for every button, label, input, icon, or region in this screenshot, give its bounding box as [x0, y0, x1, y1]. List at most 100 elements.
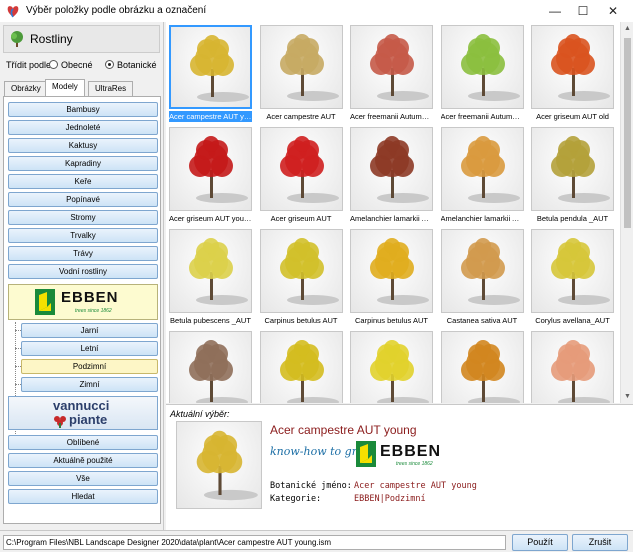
plant-thumbnail-image [169, 25, 252, 109]
ebben-brand-sub: trees since 1862 [75, 308, 112, 314]
season-button-autumn[interactable]: Podzimní [21, 359, 158, 374]
plant-thumbnail[interactable] [440, 331, 524, 403]
plant-thumbnail[interactable]: Acer griseum AUT [259, 127, 343, 223]
tab-ultrares[interactable]: UltraRes [88, 81, 134, 97]
plant-thumbnail-image [169, 229, 252, 313]
tree-image [551, 136, 610, 203]
plant-thumbnail-image [350, 127, 433, 211]
category-button[interactable]: Jednoleté [8, 120, 158, 135]
cancel-button[interactable]: Zrušit [572, 534, 628, 551]
sort-row: Třídit podle Obecné Botanické [6, 60, 161, 72]
tree-image [370, 340, 429, 403]
models-tab-body: Bambusy Jednoleté Kaktusy Kapradiny Keře… [3, 96, 161, 524]
plant-thumbnail[interactable]: Carpinus betulus AUT [259, 229, 343, 325]
plant-thumbnail[interactable] [259, 331, 343, 403]
plant-thumbnail-image [531, 229, 614, 313]
vannucci-brand-line2: piante [69, 412, 108, 427]
plant-thumbnail-image [350, 25, 433, 109]
category-button[interactable]: Bambusy [8, 102, 158, 117]
sort-common-radio[interactable] [49, 60, 58, 69]
tree-image [460, 136, 520, 203]
plant-thumbnail-image [531, 331, 614, 403]
grid-scrollbar[interactable]: ▲ ▼ [620, 22, 633, 403]
plant-thumbnail-label: Amelanchier lamarkii AUT [350, 214, 433, 223]
plant-thumbnail-image [440, 25, 524, 109]
plant-thumbnail-image [531, 25, 614, 109]
tree-image [370, 34, 429, 101]
sort-common-label[interactable]: Obecné [61, 60, 93, 70]
plant-thumbnail[interactable]: Betula pubescens _AUT [169, 229, 252, 325]
plant-thumbnail[interactable]: Acer griseum AUT old [531, 25, 614, 121]
all-button[interactable]: Vše [8, 471, 158, 486]
plant-thumbnail[interactable]: Acer freemanii Autumn Blaze [350, 25, 433, 121]
category-button[interactable]: Popínavé [8, 192, 158, 207]
scroll-up-icon[interactable]: ▲ [621, 22, 633, 35]
plant-thumbnail[interactable]: Acer griseum AUT young [169, 127, 252, 223]
scroll-down-icon[interactable]: ▼ [621, 390, 633, 403]
detail-brand-sub: trees since 1862 [396, 461, 433, 467]
ebben-logo-icon [35, 289, 55, 315]
plant-thumbnail[interactable]: Amelanchier lamarkii AUT [350, 127, 433, 223]
plant-thumbnail-image [259, 229, 343, 313]
plant-thumbnail-image [440, 331, 524, 403]
tree-image [279, 34, 339, 101]
status-bar: C:\Program Files\NBL Landscape Designer … [0, 530, 633, 552]
plant-thumbnail[interactable] [531, 331, 614, 403]
current-selection-pane: Aktuální výběr: Acer campestre AUT young… [166, 404, 633, 530]
tree-image [460, 238, 520, 305]
plant-thumbnail-image [350, 331, 433, 403]
plant-thumbnail[interactable]: Corylus avellana_AUT [531, 229, 614, 325]
close-button[interactable]: ✕ [598, 0, 628, 22]
plant-thumbnail-label: Acer freemanii Autumn Blaze young [440, 112, 524, 121]
plant-thumbnail[interactable]: Carpinus betulus AUT [350, 229, 433, 325]
season-button-winter[interactable]: Zimní [21, 377, 158, 392]
tab-images[interactable]: Obrázky [4, 81, 48, 97]
plant-thumbnail-image [531, 127, 614, 211]
category-button[interactable]: Keře [8, 174, 158, 189]
category-button[interactable]: Trvalky [8, 228, 158, 243]
plant-thumbnail-label: Acer griseum AUT [270, 214, 332, 223]
category-button[interactable]: Kaktusy [8, 138, 158, 153]
plant-thumbnail[interactable]: Betula pendula _AUT [531, 127, 614, 223]
plant-thumbnail-label: Betula pendula _AUT [536, 214, 609, 223]
scroll-thumb[interactable] [624, 38, 631, 228]
plant-thumbnail[interactable]: Acer campestre AUT young [169, 25, 252, 122]
category-button[interactable]: Stromy [8, 210, 158, 225]
tree-image [460, 340, 520, 403]
recent-button[interactable]: Aktuálně použité [8, 453, 158, 468]
tree-image [196, 430, 258, 501]
title-bar: Výběr položky podle obrázku a označení —… [0, 0, 633, 22]
season-button-spring[interactable]: Jarní [21, 323, 158, 338]
tree-icon [11, 31, 23, 47]
plant-thumbnail[interactable]: Castanea sativa AUT [440, 229, 524, 325]
tree-image [189, 238, 248, 305]
favorites-button[interactable]: Oblíbené [8, 435, 158, 450]
sort-botanical-label[interactable]: Botanické [117, 60, 157, 70]
tree-image [279, 136, 339, 203]
plant-thumbnail-image [440, 127, 524, 211]
category-button[interactable]: Kapradiny [8, 156, 158, 171]
minimize-button[interactable]: — [540, 0, 570, 22]
tree-image [551, 340, 610, 403]
category-button[interactable]: Trávy [8, 246, 158, 261]
group-header[interactable]: Rostliny [3, 25, 160, 53]
plant-thumbnail-label: Acer freemanii Autumn Blaze [350, 112, 433, 121]
ebben-logo-icon [356, 441, 376, 467]
search-button[interactable]: Hledat [8, 489, 158, 504]
sort-botanical-radio[interactable] [105, 60, 114, 69]
plant-thumbnail-image [350, 229, 433, 313]
season-button-summer[interactable]: Letní [21, 341, 158, 356]
plant-thumbnail[interactable] [350, 331, 433, 403]
use-button[interactable]: Použít [512, 534, 568, 551]
plant-thumbnail-label: Carpinus betulus AUT [355, 316, 428, 325]
category-button[interactable]: Vodní rostliny [8, 264, 158, 279]
plant-thumbnail[interactable] [169, 331, 252, 403]
plant-thumbnail[interactable]: Amelanchier lamarkii AUT young [440, 127, 524, 223]
plant-thumbnail[interactable]: Acer freemanii Autumn Blaze young [440, 25, 524, 121]
ebben-brand-button[interactable]: EBBEN trees since 1862 [8, 284, 158, 320]
maximize-button[interactable]: ☐ [568, 0, 598, 22]
plant-thumbnail-label: Corylus avellana_AUT [535, 316, 610, 325]
plant-thumbnail[interactable]: Acer campestre AUT [259, 25, 343, 121]
tree-image [551, 238, 610, 305]
vannucci-brand-button[interactable]: vannucci piante [8, 396, 158, 430]
